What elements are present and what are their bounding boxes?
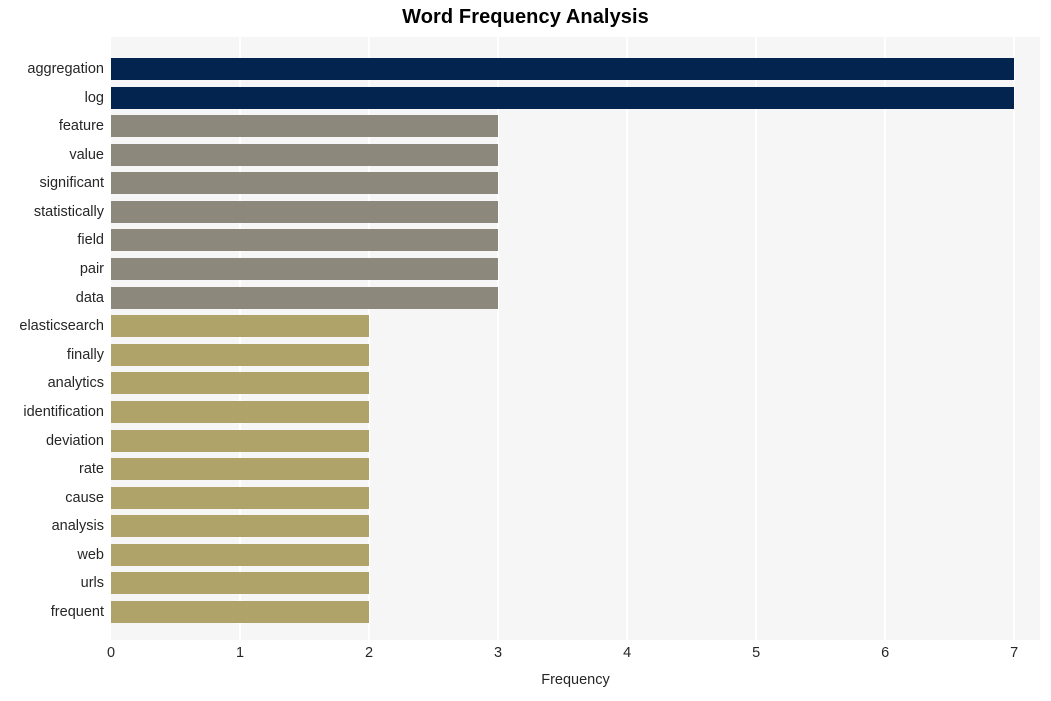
y-axis-tick-labels: aggregation log feature value significant sta…	[0, 37, 104, 640]
chart-figure: Word Frequency Analysis aggregation log fe…	[0, 0, 1051, 701]
x-axis-tick-label: 3	[494, 645, 503, 661]
bar	[111, 229, 499, 252]
bar	[111, 343, 370, 366]
bar	[111, 58, 1015, 80]
y-axis-tick-label: significant	[39, 175, 104, 192]
x-axis-tick-label: 0	[106, 645, 116, 661]
chart-title: Word Frequency Analysis	[402, 6, 649, 28]
x-axis-tick-labels: 0 1 2 3 4 5 6 7	[0, 645, 1051, 667]
y-axis-tick-label: field	[77, 232, 104, 249]
x-axis-tick-label: 6	[881, 645, 890, 661]
plot-area	[111, 37, 1040, 640]
y-axis-tick-label: rate	[79, 461, 104, 478]
y-axis-tick-label: finally	[66, 346, 104, 363]
bar	[111, 515, 370, 538]
gridline-x-7	[1013, 37, 1016, 640]
bar	[111, 172, 499, 195]
x-axis-title: Frequency	[541, 672, 610, 688]
y-axis-tick-label: identification	[23, 403, 104, 420]
bar	[111, 143, 499, 166]
bar	[111, 200, 499, 223]
y-axis-tick-label: cause	[65, 489, 104, 506]
gridline-x-4	[626, 37, 629, 640]
y-axis-tick-label: analysis	[51, 518, 104, 535]
bar	[111, 429, 370, 452]
x-axis-tick-label: 5	[752, 645, 761, 661]
bar	[111, 258, 499, 281]
x-axis-tick-label: 4	[623, 645, 632, 661]
bar	[111, 115, 499, 138]
x-axis-tick-label: 7	[1010, 645, 1019, 661]
bar	[111, 86, 1015, 109]
bar	[111, 572, 370, 595]
bar	[111, 315, 370, 338]
y-axis-tick-label: web	[77, 546, 104, 563]
y-axis-tick-label: deviation	[45, 432, 104, 449]
gridline-x-6	[884, 37, 887, 640]
bar	[111, 286, 499, 309]
y-axis-tick-label: frequent	[50, 603, 104, 620]
y-axis-tick-label: feature	[58, 118, 104, 135]
bar	[111, 458, 370, 481]
bar	[111, 486, 370, 509]
bar	[111, 600, 370, 623]
y-axis-tick-label: log	[84, 89, 104, 106]
x-axis-tick-label: 2	[365, 645, 374, 661]
y-axis-tick-label: elasticsearch	[19, 318, 104, 335]
y-axis-tick-label: data	[75, 289, 104, 306]
y-axis-tick-label: aggregation	[27, 61, 104, 77]
gridline-x-5	[755, 37, 758, 640]
y-axis-tick-label: pair	[79, 261, 104, 278]
bar	[111, 543, 370, 566]
y-axis-tick-label: analytics	[47, 375, 104, 392]
bar	[111, 400, 370, 423]
y-axis-tick-label: urls	[80, 575, 104, 592]
bar	[111, 372, 370, 395]
y-axis-tick-label: value	[69, 146, 104, 163]
y-axis-tick-label: statistically	[33, 203, 104, 220]
x-axis-tick-label: 1	[235, 645, 245, 661]
